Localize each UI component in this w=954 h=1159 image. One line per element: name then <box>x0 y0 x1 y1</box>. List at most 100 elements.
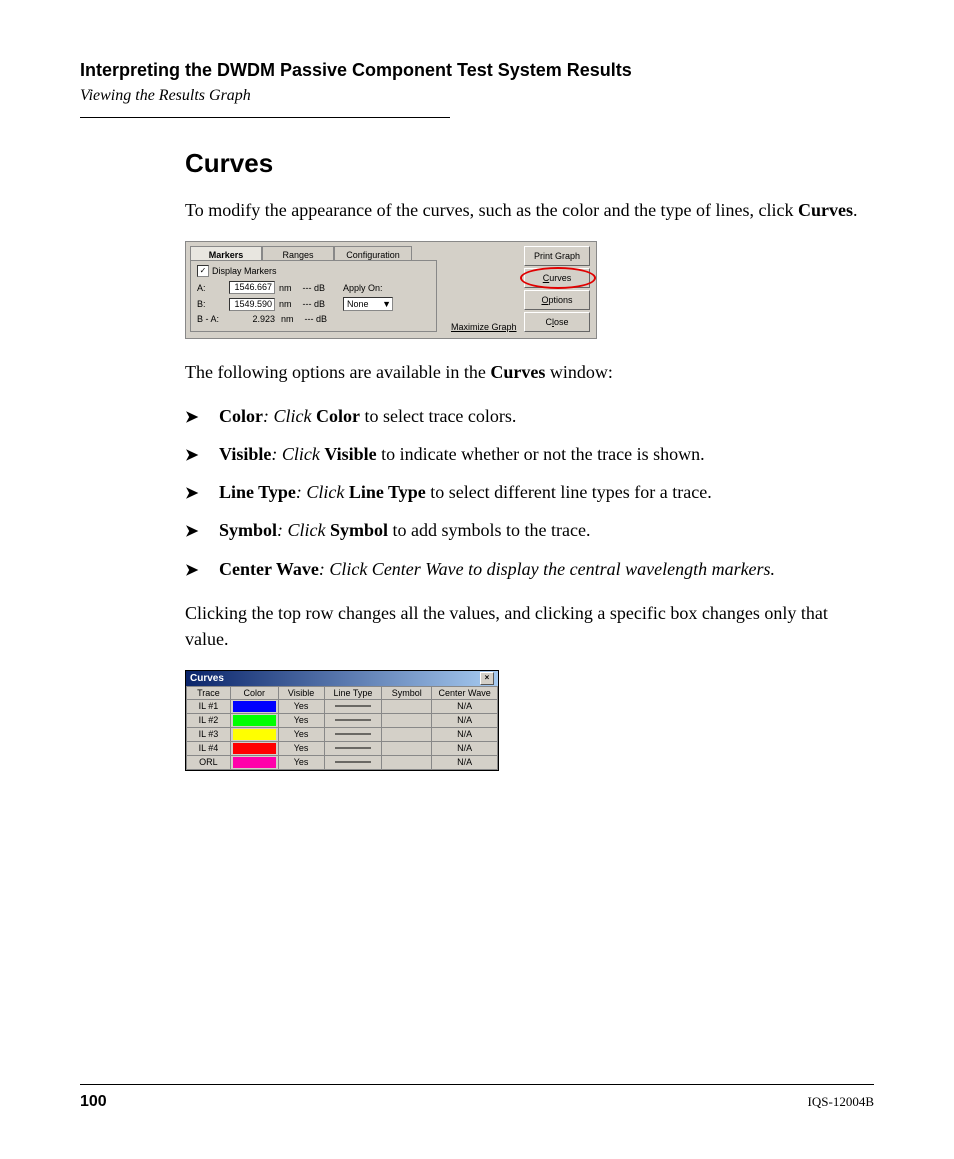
bullet-term: Color <box>219 406 263 426</box>
color-cell[interactable] <box>230 699 278 713</box>
linetype-cell[interactable] <box>324 713 382 727</box>
symbol-cell[interactable] <box>382 699 432 713</box>
options-lead-bold: Curves <box>490 362 545 382</box>
list-item: ➤ Symbol: Click Symbol to add symbols to… <box>185 517 874 543</box>
bullet-colon: : Click <box>271 444 324 464</box>
footer-rule <box>80 1084 874 1085</box>
tab-markers[interactable]: Markers <box>190 246 262 260</box>
trace-cell[interactable]: IL #4 <box>187 741 231 755</box>
symbol-cell[interactable] <box>382 741 432 755</box>
intro-paragraph: To modify the appearance of the curves, … <box>185 197 874 223</box>
marker-a-unit: nm <box>279 283 295 293</box>
marker-ba-db: --- dB <box>301 314 327 324</box>
bullet-rest: to add symbols to the trace. <box>388 520 590 540</box>
bullet-rest: to indicate whether or not the trace is … <box>377 444 705 464</box>
tab-configuration[interactable]: Configuration <box>334 246 412 260</box>
marker-b-input[interactable]: 1549.590 <box>229 298 275 311</box>
linetype-cell[interactable] <box>324 699 382 713</box>
symbol-cell[interactable] <box>382 713 432 727</box>
dialog-titlebar: Curves × <box>186 671 498 686</box>
marker-a-input[interactable]: 1546.667 <box>229 281 275 294</box>
linetype-cell[interactable] <box>324 727 382 741</box>
list-item: ➤ Color: Click Color to select trace col… <box>185 403 874 429</box>
centerwave-cell[interactable]: N/A <box>432 727 498 741</box>
bullet-term: Symbol <box>219 520 277 540</box>
close-button[interactable]: Close <box>524 312 590 332</box>
list-item: ➤ Center Wave: Click Center Wave to disp… <box>185 556 874 582</box>
close-icon[interactable]: × <box>480 672 494 685</box>
header-rule <box>80 117 450 118</box>
section-subtitle: Viewing the Results Graph <box>80 87 874 105</box>
bullet-action: Line Type <box>349 482 426 502</box>
table-header-row[interactable]: Trace Color Visible Line Type Symbol Cen… <box>187 686 498 699</box>
maximize-graph-link[interactable]: Maximize Graph <box>451 322 517 332</box>
col-color[interactable]: Color <box>230 686 278 699</box>
marker-a-label: A: <box>197 283 225 293</box>
bullet-term: Visible <box>219 444 271 464</box>
visible-cell[interactable]: Yes <box>278 755 324 769</box>
visible-cell[interactable]: Yes <box>278 741 324 755</box>
curves-button[interactable]: Curves <box>524 268 590 288</box>
bullet-colon: : Click <box>277 520 330 540</box>
page-footer: 100 IQS-12004B <box>80 1084 874 1111</box>
color-cell[interactable] <box>230 713 278 727</box>
marker-ba-unit: nm <box>281 314 297 324</box>
symbol-cell[interactable] <box>382 727 432 741</box>
bullet-action: Visible <box>324 444 376 464</box>
col-linetype[interactable]: Line Type <box>324 686 382 699</box>
centerwave-cell[interactable]: N/A <box>432 741 498 755</box>
list-item: ➤ Line Type: Click Line Type to select d… <box>185 479 874 505</box>
table-row: IL #2 Yes N/A <box>187 713 498 727</box>
col-centerwave[interactable]: Center Wave <box>432 686 498 699</box>
apply-on-value: None <box>347 299 369 309</box>
col-symbol[interactable]: Symbol <box>382 686 432 699</box>
linetype-cell[interactable] <box>324 741 382 755</box>
bullet-rest: to select different line types for a tra… <box>426 482 712 502</box>
visible-cell[interactable]: Yes <box>278 699 324 713</box>
table-row: IL #1 Yes N/A <box>187 699 498 713</box>
centerwave-cell[interactable]: N/A <box>432 755 498 769</box>
color-cell[interactable] <box>230 755 278 769</box>
options-lead: The following options are available in t… <box>185 359 874 385</box>
color-cell[interactable] <box>230 741 278 755</box>
visible-cell[interactable]: Yes <box>278 727 324 741</box>
trace-cell[interactable]: IL #3 <box>187 727 231 741</box>
arrow-icon: ➤ <box>185 559 198 582</box>
marker-b-unit: nm <box>279 299 295 309</box>
curves-table: Trace Color Visible Line Type Symbol Cen… <box>186 686 498 770</box>
display-markers-label: Display Markers <box>212 266 277 276</box>
trace-cell[interactable]: ORL <box>187 755 231 769</box>
color-cell[interactable] <box>230 727 278 741</box>
visible-cell[interactable]: Yes <box>278 713 324 727</box>
symbol-cell[interactable] <box>382 755 432 769</box>
display-markers-checkbox[interactable]: ✓ Display Markers <box>197 265 430 277</box>
marker-b-label: B: <box>197 299 225 309</box>
apply-on-select[interactable]: None ▼ <box>343 297 393 311</box>
linetype-cell[interactable] <box>324 755 382 769</box>
options-list: ➤ Color: Click Color to select trace col… <box>185 403 874 581</box>
marker-a-db: --- dB <box>299 283 325 293</box>
tab-ranges[interactable]: Ranges <box>262 246 334 260</box>
arrow-icon: ➤ <box>185 520 198 543</box>
intro-bold: Curves <box>798 200 853 220</box>
bullet-colon: : Click <box>263 406 316 426</box>
col-trace[interactable]: Trace <box>187 686 231 699</box>
bullet-action: Symbol <box>330 520 388 540</box>
options-button[interactable]: Options <box>524 290 590 310</box>
trace-cell[interactable]: IL #2 <box>187 713 231 727</box>
col-visible[interactable]: Visible <box>278 686 324 699</box>
bullet-action: Color <box>316 406 360 426</box>
trace-cell[interactable]: IL #1 <box>187 699 231 713</box>
arrow-icon: ➤ <box>185 482 198 505</box>
marker-ba-value: 2.923 <box>229 314 277 324</box>
print-graph-button[interactable]: Print Graph <box>524 246 590 266</box>
centerwave-cell[interactable]: N/A <box>432 713 498 727</box>
document-id: IQS-12004B <box>808 1094 874 1110</box>
checkbox-icon: ✓ <box>197 265 209 277</box>
table-row: IL #4 Yes N/A <box>187 741 498 755</box>
list-item: ➤ Visible: Click Visible to indicate whe… <box>185 441 874 467</box>
chapter-title: Interpreting the DWDM Passive Component … <box>80 60 874 81</box>
apply-on-label: Apply On: <box>343 283 383 293</box>
centerwave-cell[interactable]: N/A <box>432 699 498 713</box>
intro-post: . <box>853 200 858 220</box>
